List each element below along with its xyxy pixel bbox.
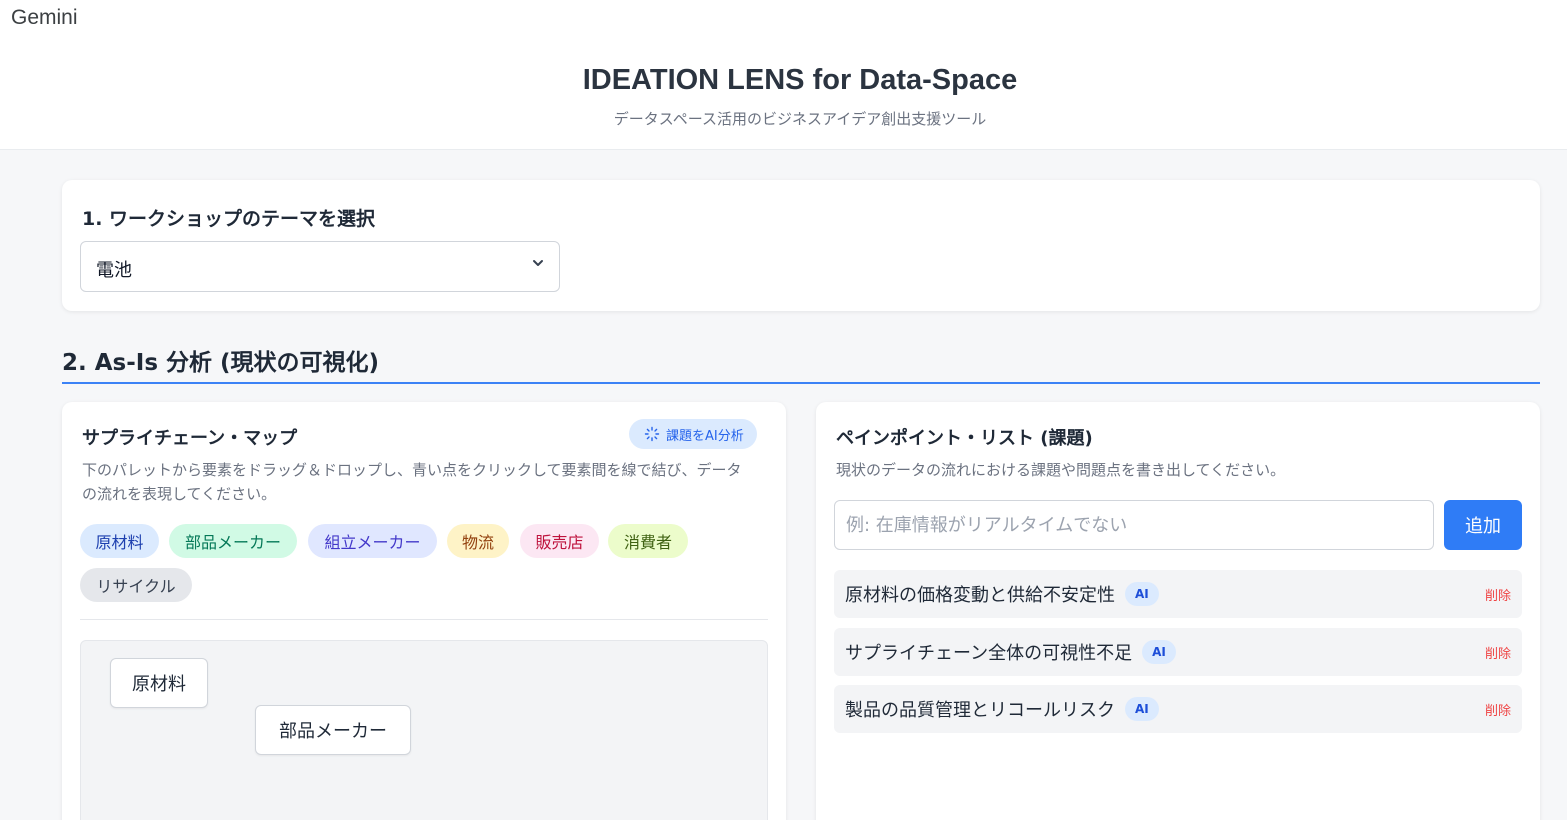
supply-chain-title: サプライチェーン・マップ [82,428,298,449]
page-subtitle: データスペース活用のビジネスアイデア創出支援ツール [613,110,987,128]
palette-chip-retailer[interactable]: 販売店 [520,524,599,558]
asis-section-title: 2. As-Is 分析 (現状の可視化) [62,350,380,376]
page-header: IDEATION LENS for Data-Space データスペース活用のビ… [0,0,1567,150]
palette-chip-consumer[interactable]: 消費者 [608,524,688,558]
map-node-parts-maker[interactable]: 部品メーカー [255,705,411,755]
palette-chip-raw-material[interactable]: 原材料 [80,524,159,558]
ai-analyze-button[interactable]: 課題をAI分析 [629,419,757,449]
pain-point-item: 製品の品質管理とリコールリスク AI 削除 [834,685,1522,733]
app-brand: Gemini [11,6,78,29]
pain-point-text: 製品の品質管理とリコールリスク [845,700,1115,721]
sparkle-icon [644,426,660,442]
ai-badge: AI [1125,697,1159,721]
supply-chain-description: 下のパレットから要素をドラッグ＆ドロップし、青い点をクリックして要素間を線で結び… [82,461,742,503]
palette-chip-recycle[interactable]: リサイクル [80,568,192,602]
pain-point-item: 原材料の価格変動と供給不安定性 AI 削除 [834,570,1522,618]
theme-select[interactable]: 電池 [80,241,560,292]
pain-point-input[interactable] [834,500,1434,550]
delete-button[interactable]: 削除 [1485,585,1511,604]
palette-chip-parts-maker[interactable]: 部品メーカー [169,524,297,558]
ai-analyze-label: 課題をAI分析 [666,428,744,444]
theme-card: 1. ワークショップのテーマを選択 電池 [62,180,1540,311]
map-node-raw-material[interactable]: 原材料 [110,658,208,708]
pain-point-description: 現状のデータの流れにおける課題や問題点を書き出してください。 [836,461,1286,479]
pain-point-item: サプライチェーン全体の可視性不足 AI 削除 [834,628,1522,676]
palette-chip-assembly-maker[interactable]: 組立メーカー [308,524,437,558]
ai-badge: AI [1125,582,1159,606]
add-pain-point-button[interactable]: 追加 [1444,500,1522,550]
pain-point-text: 原材料の価格変動と供給不安定性 [845,585,1115,606]
theme-section-title: 1. ワークショップのテーマを選択 [82,208,376,230]
chevron-down-icon [533,260,543,266]
supply-chain-card: サプライチェーン・マップ 課題をAI分析 下のパレットから要素をドラッグ＆ドロッ… [62,402,786,820]
pain-point-title: ペインポイント・リスト (課題) [836,428,1093,449]
ai-badge: AI [1142,640,1176,664]
theme-select-value: 電池 [96,260,132,281]
delete-button[interactable]: 削除 [1485,700,1511,719]
map-canvas[interactable]: 原材料 部品メーカー [80,640,768,820]
pain-point-text: サプライチェーン全体の可視性不足 [845,643,1133,664]
section-divider [62,382,1540,384]
palette-divider [80,619,768,620]
pain-point-card: ペインポイント・リスト (課題) 現状のデータの流れにおける課題や問題点を書き出… [816,402,1540,820]
delete-button[interactable]: 削除 [1485,643,1511,662]
palette-chip-logistics[interactable]: 物流 [447,524,509,558]
page-title: IDEATION LENS for Data-Space [582,64,1018,96]
